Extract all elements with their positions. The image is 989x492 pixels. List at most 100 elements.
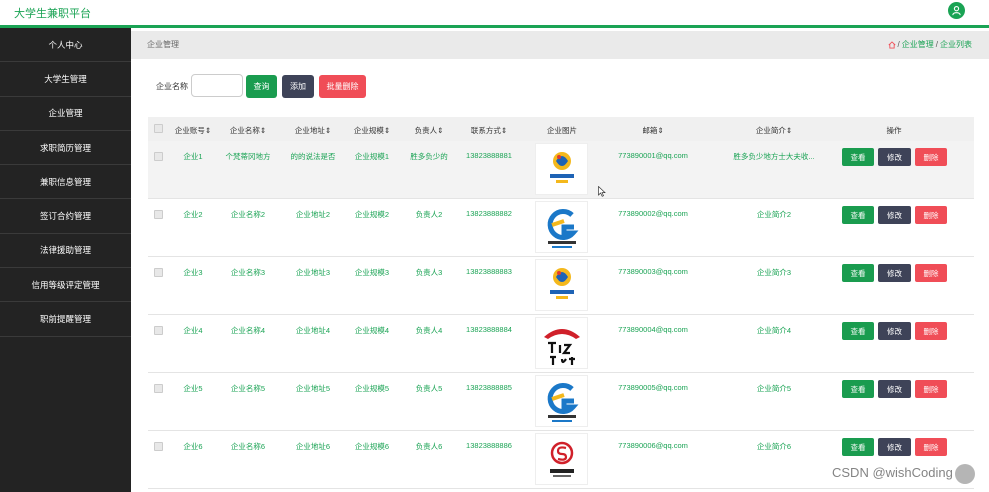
edit-button[interactable]: 修改 xyxy=(878,380,911,398)
header-scale[interactable]: 企业规模⇕ xyxy=(354,125,390,136)
sidebar-item-profile[interactable]: 个人中心 xyxy=(0,28,131,63)
app-title: 大学生兼职平台 xyxy=(14,8,91,20)
cell-account: 企业3 xyxy=(183,268,203,277)
view-button[interactable]: 查看 xyxy=(842,380,874,398)
sidebar: 个人中心 大学生管理 企业管理 求职简历管理 兼职信息管理 签订合约管理 法律援… xyxy=(0,28,131,492)
delete-button[interactable]: 删除 xyxy=(915,380,947,398)
cell-account: 企业4 xyxy=(183,326,203,335)
company-logo xyxy=(535,143,588,195)
sidebar-item-students[interactable]: 大学生管理 xyxy=(0,62,131,97)
cell-name: 个梵蒂冈地方 xyxy=(225,152,271,161)
company-logo xyxy=(535,317,588,369)
sidebar-item-legal-aid[interactable]: 法律援助管理 xyxy=(0,234,131,269)
header-account[interactable]: 企业账号⇕ xyxy=(175,125,211,136)
cell-manager: 负责人3 xyxy=(415,268,443,277)
cell-phone: 13823888884 xyxy=(466,325,512,334)
table-row: 企业5 企业名称5 企业地址5 企业规模5 负责人5 13823888885 7… xyxy=(148,373,974,431)
table-header: 企业账号⇕ 企业名称⇕ 企业地址⇕ 企业规模⇕ 负责人⇕ 联系方式⇕ 企业图片 … xyxy=(148,117,974,141)
edit-button[interactable]: 修改 xyxy=(878,322,911,340)
tencent-games-logo xyxy=(547,383,578,422)
header-address[interactable]: 企业地址⇕ xyxy=(295,125,331,136)
seafood-logo xyxy=(549,268,574,299)
breadcrumb-sep: / xyxy=(897,40,900,49)
cell-phone: 13823888882 xyxy=(466,209,512,218)
company-logo xyxy=(535,259,588,311)
sidebar-item-reminders[interactable]: 职前提醒管理 xyxy=(0,302,131,337)
seafood-logo xyxy=(549,152,574,183)
sidebar-item-jobs[interactable]: 兼职信息管理 xyxy=(0,165,131,200)
cell-address: 企业地址6 xyxy=(295,442,331,451)
watermark-badge-icon xyxy=(955,464,975,484)
delete-button[interactable]: 删除 xyxy=(915,322,947,340)
breadcrumb-sep: / xyxy=(935,40,938,49)
row-checkbox[interactable] xyxy=(154,384,163,393)
header-name[interactable]: 企业名称⇕ xyxy=(230,125,266,136)
sidebar-item-companies[interactable]: 企业管理 xyxy=(0,97,131,131)
home-icon[interactable] xyxy=(888,40,896,49)
sidebar-item-resumes[interactable]: 求职简历管理 xyxy=(0,131,131,166)
add-button[interactable]: 添加 xyxy=(282,75,314,98)
delete-button[interactable]: 删除 xyxy=(915,264,947,282)
cell-name: 企业名称5 xyxy=(230,384,266,393)
table-row: 企业1 个梵蒂冈地方 的的说法是否 企业规模1 胜多负少的 1382388888… xyxy=(148,141,974,199)
view-button[interactable]: 查看 xyxy=(842,438,874,456)
delete-button[interactable]: 删除 xyxy=(915,206,947,224)
user-icon[interactable] xyxy=(948,2,965,19)
edit-button[interactable]: 修改 xyxy=(878,148,911,166)
cell-phone: 13823888886 xyxy=(466,441,512,450)
row-checkbox[interactable] xyxy=(154,268,163,277)
sidebar-item-credit[interactable]: 信用等级评定管理 xyxy=(0,268,131,303)
row-checkbox[interactable] xyxy=(154,210,163,219)
header-phone[interactable]: 联系方式⇕ xyxy=(471,125,507,136)
company-name-input[interactable] xyxy=(191,74,243,97)
row-checkbox[interactable] xyxy=(154,326,163,335)
breadcrumb: / 企业管理 / 企业列表 xyxy=(888,39,972,50)
header-intro[interactable]: 企业简介⇕ xyxy=(756,125,792,136)
delete-button[interactable]: 删除 xyxy=(915,438,947,456)
header-manager[interactable]: 负责人⇕ xyxy=(415,125,444,136)
edit-button[interactable]: 修改 xyxy=(878,438,911,456)
company-logo xyxy=(535,375,588,427)
cell-phone: 13823888885 xyxy=(466,383,512,392)
cell-intro: 企业简介6 xyxy=(756,442,792,451)
company-logo xyxy=(535,433,588,485)
view-button[interactable]: 查看 xyxy=(842,264,874,282)
bulk-delete-button[interactable]: 批量删除 xyxy=(319,75,366,98)
table-row: 企业6 企业名称6 企业地址6 企业规模6 负责人6 13823888886 7… xyxy=(148,431,974,489)
row-checkbox[interactable] xyxy=(154,152,163,161)
select-all-checkbox[interactable] xyxy=(154,124,163,133)
cell-manager: 负责人5 xyxy=(415,384,443,393)
cell-scale: 企业规模3 xyxy=(354,268,390,277)
cell-manager: 胜多负少的 xyxy=(410,152,448,161)
breadcrumb-company-list: 企业列表 xyxy=(940,40,972,49)
cell-name: 企业名称6 xyxy=(230,442,266,451)
cell-name: 企业名称4 xyxy=(230,326,266,335)
delete-button[interactable]: 删除 xyxy=(915,148,947,166)
cell-email: 773890003@qq.com xyxy=(618,267,688,276)
cell-phone: 13823888883 xyxy=(466,267,512,276)
top-bar: 大学生兼职平台 xyxy=(0,0,989,28)
view-button[interactable]: 查看 xyxy=(842,148,874,166)
cell-address: 企业地址3 xyxy=(295,268,331,277)
cell-intro: 胜多负少地方士大夫收... xyxy=(733,152,815,161)
row-checkbox[interactable] xyxy=(154,442,163,451)
view-button[interactable]: 查看 xyxy=(842,206,874,224)
view-button[interactable]: 查看 xyxy=(842,322,874,340)
header-email[interactable]: 邮箱⇕ xyxy=(642,125,663,136)
cell-account: 企业1 xyxy=(183,152,203,161)
sidebar-item-contracts[interactable]: 签订合约管理 xyxy=(0,199,131,234)
edit-button[interactable]: 修改 xyxy=(878,264,911,282)
cell-manager: 负责人4 xyxy=(415,326,443,335)
cell-email: 773890004@qq.com xyxy=(618,325,688,334)
cell-address: 企业地址4 xyxy=(295,326,331,335)
cell-email: 773890005@qq.com xyxy=(618,383,688,392)
edit-button[interactable]: 修改 xyxy=(878,206,911,224)
cell-address: 企业地址5 xyxy=(295,384,331,393)
search-label: 企业名称 xyxy=(156,82,188,91)
query-button[interactable]: 查询 xyxy=(246,75,277,98)
table-row: 企业2 企业名称2 企业地址2 企业规模2 负责人2 13823888882 7… xyxy=(148,199,974,257)
cell-name: 企业名称3 xyxy=(230,268,266,277)
cell-manager: 负责人6 xyxy=(415,442,443,451)
header-actions: 操作 xyxy=(886,126,902,135)
breadcrumb-companies[interactable]: 企业管理 xyxy=(902,39,934,50)
